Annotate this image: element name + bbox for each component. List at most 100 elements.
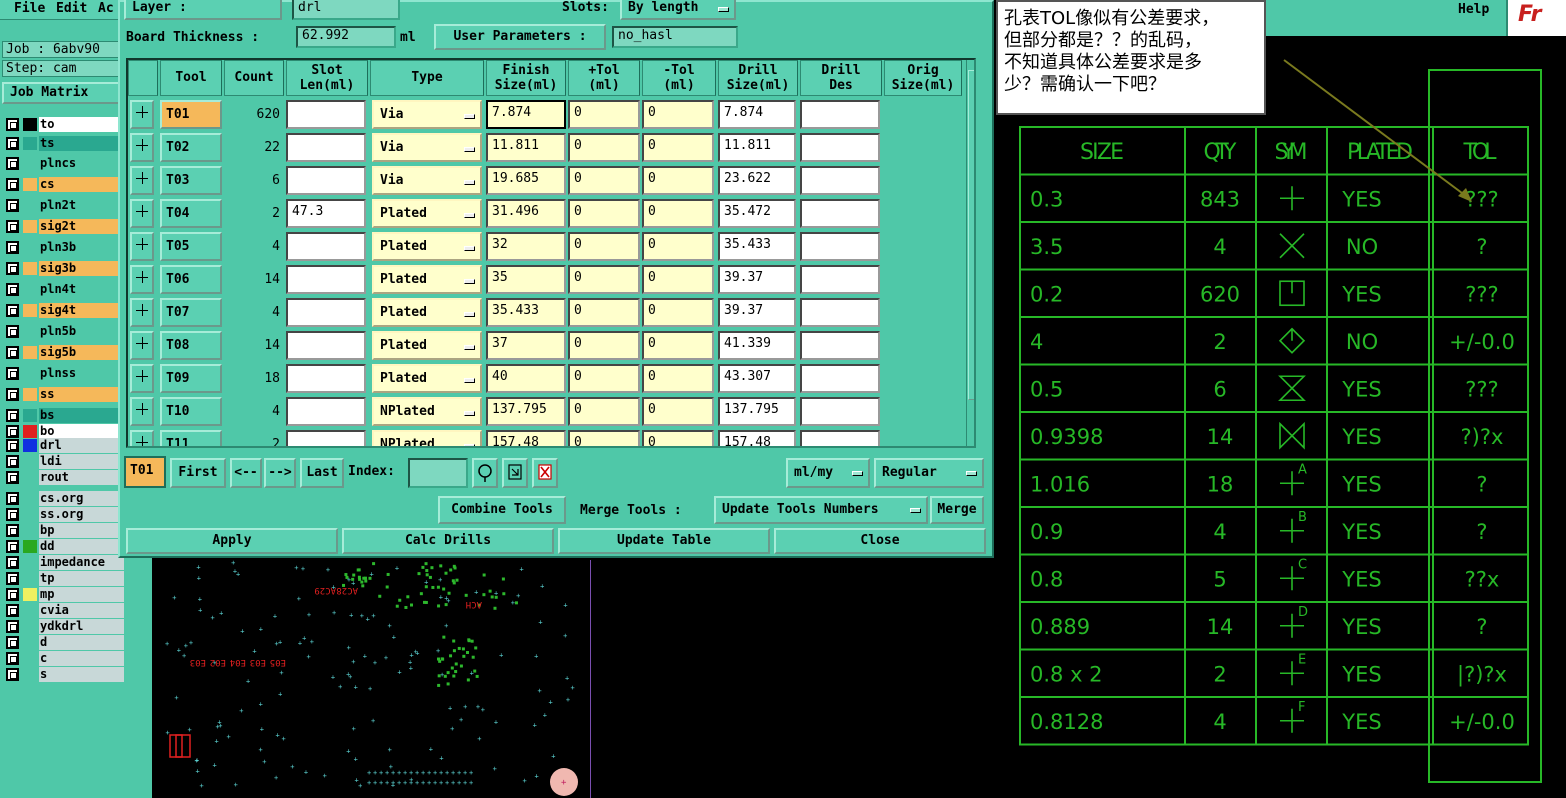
layer-name[interactable]: pln5b [39,324,124,339]
layer-checkbox[interactable] [6,199,19,212]
layer-checkbox[interactable] [6,524,19,537]
layer-checkbox[interactable] [6,439,19,452]
finish-size-input[interactable]: 32 [486,232,566,261]
layer-checkbox[interactable] [6,220,19,233]
layer-checkbox[interactable] [6,604,19,617]
layer-name[interactable]: drl [39,438,124,453]
tool-button[interactable]: T10 [160,397,222,426]
expand-plus-icon[interactable] [130,430,154,446]
layer-row-rout[interactable]: rout [4,470,124,485]
help-menu[interactable]: Help [1458,2,1489,17]
drill-size-input[interactable]: 23.622 [718,166,796,195]
layer-row-drl[interactable]: drl [4,438,124,453]
plus-tol-input[interactable]: 0 [568,232,640,261]
layer-checkbox[interactable] [6,178,19,191]
drill-des-input[interactable] [800,232,880,261]
layer-row-ydkdrl[interactable]: ydkdrl [4,619,124,634]
slot-length-input[interactable]: 47.3 [286,199,366,228]
tool-button[interactable]: T08 [160,331,222,360]
layer-name[interactable]: sig3b [39,261,124,276]
calc-drills-button[interactable]: Calc Drills [342,528,554,554]
layer-checkbox[interactable] [6,668,19,681]
drill-des-input[interactable] [800,331,880,360]
slot-length-input[interactable] [286,331,366,360]
type-dropdown[interactable]: Via [372,133,482,162]
layer-checkbox[interactable] [6,492,19,505]
index-field[interactable] [408,458,468,488]
board-thickness-field[interactable]: 62.992 [296,26,396,48]
layer-row-sig3b[interactable]: sig3b [4,261,124,276]
drill-des-input[interactable] [800,397,880,426]
layer-name[interactable]: c [39,651,124,666]
type-dropdown[interactable]: NPlated [372,397,482,426]
plus-tol-input[interactable]: 0 [568,199,640,228]
finish-size-input[interactable]: 35.433 [486,298,566,327]
drill-des-input[interactable] [800,166,880,195]
finish-size-input[interactable]: 40 [486,364,566,393]
expand-plus-icon[interactable] [130,331,154,360]
layer-checkbox[interactable] [6,157,19,170]
minus-tol-input[interactable]: 0 [642,133,714,162]
minus-tol-input[interactable]: 0 [642,199,714,228]
tool-button[interactable]: T09 [160,364,222,393]
plus-tol-input[interactable]: 0 [568,133,640,162]
slot-length-input[interactable] [286,364,366,393]
layer-checkbox[interactable] [6,346,19,359]
layer-name[interactable]: cvia [39,603,124,618]
layer-row-dd[interactable]: dd [4,539,124,554]
tool-button[interactable]: T03 [160,166,222,195]
slot-length-input[interactable] [286,166,366,195]
layer-name[interactable]: tp [39,571,124,586]
slots-dropdown[interactable]: By length [620,0,736,20]
drill-des-input[interactable] [800,430,880,446]
type-dropdown[interactable]: Via [372,166,482,195]
layer-checkbox[interactable] [6,636,19,649]
layer-checkbox[interactable] [6,262,19,275]
minus-tol-input[interactable]: 0 [642,430,714,446]
layer-name[interactable]: bp [39,523,124,538]
type-dropdown[interactable]: Plated [372,298,482,327]
expand-plus-icon[interactable] [130,265,154,294]
minus-tol-input[interactable]: 0 [642,331,714,360]
type-dropdown[interactable]: Plated [372,199,482,228]
layer-name[interactable]: bs [39,408,124,423]
slot-length-input[interactable] [286,430,366,446]
layer-checkbox[interactable] [6,304,19,317]
layer-name[interactable]: dd [39,539,124,554]
drill-des-input[interactable] [800,298,880,327]
layer-row-s[interactable]: s [4,667,124,682]
type-dropdown[interactable]: Plated [372,232,482,261]
layer-name[interactable]: mp [39,587,124,602]
layer-checkbox[interactable] [6,325,19,338]
expand-plus-icon[interactable] [130,397,154,426]
layer-row-impedance[interactable]: impedance [4,555,124,570]
tool-button[interactable]: T02 [160,133,222,162]
type-dropdown[interactable]: Plated [372,364,482,393]
tool-button[interactable]: T05 [160,232,222,261]
layer-row-mp[interactable]: mp [4,587,124,602]
layer-checkbox[interactable] [6,556,19,569]
tool-button[interactable]: T07 [160,298,222,327]
close-button[interactable]: Close [774,528,986,554]
scrollbar-thumb[interactable] [968,70,974,400]
user-parameters-field[interactable]: no_hasl [612,26,738,48]
refresh-icon[interactable] [502,458,528,488]
drill-des-input[interactable] [800,133,880,162]
layer-name[interactable]: ss.org [39,507,124,522]
slot-length-input[interactable] [286,133,366,162]
layer-row-pln4t[interactable]: pln4t [4,282,124,297]
type-dropdown[interactable]: Plated [372,331,482,360]
layer-checkbox[interactable] [6,118,19,131]
drill-des-input[interactable] [800,199,880,228]
menu-edit[interactable]: Edit [56,1,87,16]
layer-row-pln5b[interactable]: pln5b [4,324,124,339]
drill-size-input[interactable]: 39.37 [718,265,796,294]
layer-name[interactable]: impedance [39,555,124,570]
minus-tol-input[interactable]: 0 [642,166,714,195]
layer-row-to[interactable]: to [4,117,124,132]
slot-length-input[interactable] [286,298,366,327]
units-dropdown[interactable]: ml/my [786,458,870,488]
layer-name[interactable]: s [39,667,124,682]
layer-row-bp[interactable]: bp [4,523,124,538]
next-button[interactable]: --> [264,458,296,488]
